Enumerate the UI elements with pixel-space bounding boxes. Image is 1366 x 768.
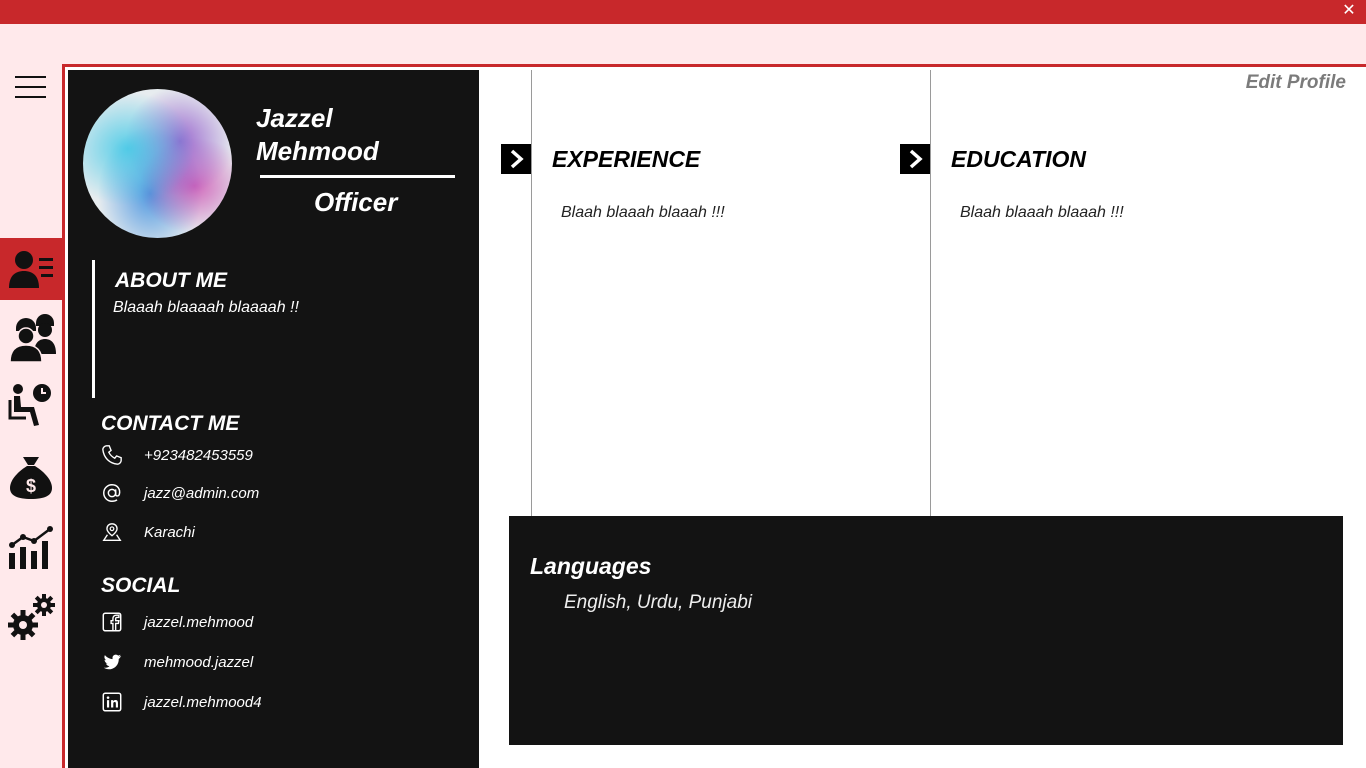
name-divider	[260, 175, 455, 178]
languages-text: English, Urdu, Punjabi	[564, 592, 752, 613]
phone-text: +923482453559	[144, 446, 253, 464]
about-accent-bar	[92, 260, 95, 398]
avatar[interactable]	[83, 89, 232, 238]
nav-analytics[interactable]	[0, 515, 62, 577]
profile-list-icon	[9, 251, 53, 288]
social-linkedin[interactable]: jazzel.mehmood4	[100, 689, 262, 715]
location-text: Karachi	[144, 523, 195, 541]
email-text: jazz@admin.com	[144, 484, 260, 502]
contact-title: CONTACT ME	[101, 412, 240, 435]
twitter-text: mehmood.jazzel	[144, 653, 254, 671]
name-last: Mehmood	[256, 136, 379, 166]
close-button[interactable]: ✕	[1340, 2, 1358, 20]
about-title: ABOUT ME	[115, 269, 227, 292]
facebook-icon	[100, 610, 124, 634]
languages-panel: Languages English, Urdu, Punjabi	[509, 516, 1343, 745]
nav-profile[interactable]	[0, 238, 62, 300]
profile-name: Jazzel Mehmood	[256, 102, 456, 168]
linkedin-icon	[100, 690, 124, 714]
experience-expand-button[interactable]	[501, 144, 531, 174]
chevron-right-icon	[909, 149, 923, 169]
contact-email: jazz@admin.com	[100, 480, 259, 506]
education-divider	[930, 70, 931, 516]
experience-divider	[531, 70, 532, 516]
nav-finance[interactable]: $	[0, 445, 62, 507]
growth-chart-icon	[9, 526, 53, 569]
contact-location: Karachi	[100, 519, 195, 545]
svg-text:$: $	[26, 476, 36, 496]
profile-role: Officer	[314, 187, 398, 217]
nav-waiting[interactable]	[0, 374, 62, 436]
money-bag-icon: $	[10, 457, 52, 499]
education-text: Blaah blaaah blaaah !!!	[960, 204, 1124, 221]
at-sign-icon	[100, 481, 124, 505]
hamburger-menu-button[interactable]	[15, 76, 47, 100]
edit-profile-link[interactable]: Edit Profile	[1246, 72, 1346, 94]
experience-title: EXPERIENCE	[552, 146, 701, 172]
contact-phone: +923482453559	[100, 442, 253, 468]
social-twitter[interactable]: mehmood.jazzel	[100, 649, 253, 675]
nav-settings[interactable]	[0, 585, 62, 647]
education-expand-button[interactable]	[900, 144, 930, 174]
phone-icon	[100, 443, 124, 467]
facebook-text: jazzel.mehmood	[144, 613, 254, 631]
linkedin-text: jazzel.mehmood4	[144, 693, 262, 711]
map-pin-icon	[100, 520, 124, 544]
workers-icon	[9, 314, 56, 363]
about-text: Blaaah blaaaah blaaaah !!	[113, 299, 299, 316]
name-first: Jazzel	[256, 103, 333, 133]
social-title: SOCIAL	[101, 574, 181, 597]
twitter-icon	[100, 650, 124, 674]
languages-title: Languages	[530, 553, 652, 579]
profile-panel: Jazzel Mehmood Officer ABOUT ME Blaaah b…	[68, 70, 479, 768]
waiting-time-icon	[8, 384, 51, 426]
nav-workers[interactable]	[0, 308, 62, 370]
title-bar: ✕	[0, 0, 1366, 24]
education-title: EDUCATION	[951, 146, 1087, 172]
experience-text: Blaah blaaah blaaah !!!	[561, 204, 725, 221]
settings-gears-icon	[8, 594, 55, 640]
social-facebook[interactable]: jazzel.mehmood	[100, 609, 253, 635]
chevron-right-icon	[510, 149, 524, 169]
